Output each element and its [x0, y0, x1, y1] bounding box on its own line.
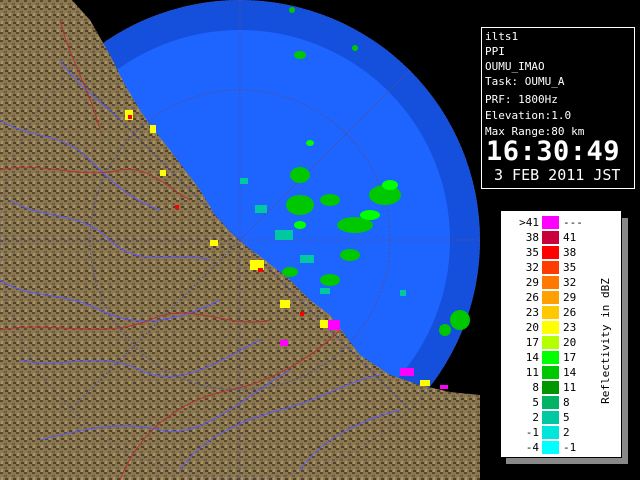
legend-row: 58 — [501, 396, 601, 409]
legend-upper-bound: 2 — [563, 426, 570, 439]
scan-date: 3 FEB 2011 JST — [494, 166, 621, 184]
legend-row: 25 — [501, 411, 601, 424]
legend-upper-bound: 20 — [563, 336, 577, 349]
site-name: OUMU_IMAO — [485, 60, 545, 73]
task-name: Task: OUMU_A — [485, 75, 565, 88]
legend-lower-bound: 23 — [525, 306, 539, 319]
legend-upper-bound: 26 — [563, 306, 577, 319]
legend-upper-bound: 41 — [563, 231, 577, 244]
legend-row: 38 41 — [501, 231, 601, 244]
legend-upper-bound: 5 — [563, 411, 570, 424]
scan-info-panel: ilts1 PPI OUMU_IMAO Task: OUMU_A PRF: 18… — [481, 27, 635, 189]
legend-lower-bound: 32 — [525, 261, 539, 274]
scan-type: PPI — [485, 45, 505, 58]
legend-upper-bound: 14 — [563, 366, 577, 379]
legend-swatch — [542, 426, 559, 439]
legend-row: 26 29 — [501, 291, 601, 304]
legend-row: 17 20 — [501, 336, 601, 349]
legend-row: 20 23 — [501, 321, 601, 334]
elevation-value: Elevation:1.0 — [485, 109, 572, 122]
station-name: ilts1 — [485, 30, 519, 43]
legend-upper-bound: 11 — [563, 381, 577, 394]
legend-swatch — [542, 396, 559, 409]
legend-swatch — [542, 381, 559, 394]
legend-lower-bound: 38 — [525, 231, 539, 244]
legend-swatch — [542, 291, 559, 304]
legend-upper-bound: --- — [563, 216, 583, 229]
legend-lower-bound: 5 — [532, 396, 539, 409]
legend-upper-bound: 23 — [563, 321, 577, 334]
legend-lower-bound: -4 — [525, 441, 539, 454]
legend-swatch — [542, 231, 559, 244]
legend-swatch — [542, 306, 559, 319]
legend-upper-bound: 8 — [563, 396, 570, 409]
legend-upper-bound: 35 — [563, 261, 577, 274]
legend-swatch — [542, 321, 559, 334]
legend-lower-bound: 2 — [532, 411, 539, 424]
legend-row: 14 17 — [501, 351, 601, 364]
legend-lower-bound: 14 — [525, 351, 539, 364]
legend-upper-bound: 29 — [563, 291, 577, 304]
legend-row: 29 32 — [501, 276, 601, 289]
legend-lower-bound: 26 — [525, 291, 539, 304]
legend-row: 23 26 — [501, 306, 601, 319]
legend-row: 11 14 — [501, 366, 601, 379]
legend-upper-bound: 32 — [563, 276, 577, 289]
legend-row: -1 2 — [501, 426, 601, 439]
legend-upper-bound: -1 — [563, 441, 577, 454]
legend-swatch — [542, 366, 559, 379]
legend-row: 8 11 — [501, 381, 601, 394]
legend-upper-bound: 17 — [563, 351, 577, 364]
legend-swatch — [542, 276, 559, 289]
legend-lower-bound: 11 — [525, 366, 539, 379]
legend-row: -4 -1 — [501, 441, 601, 454]
legend-lower-bound: >41 — [519, 216, 539, 229]
legend-swatch — [542, 246, 559, 259]
legend-lower-bound: 8 — [532, 381, 539, 394]
prf-value: PRF: 1800Hz — [485, 93, 558, 106]
legend-lower-bound: -1 — [525, 426, 539, 439]
legend-row: 32 35 — [501, 261, 601, 274]
legend-swatch — [542, 336, 559, 349]
legend-swatch — [542, 411, 559, 424]
legend-swatch — [542, 261, 559, 274]
legend-lower-bound: 20 — [525, 321, 539, 334]
legend-lower-bound: 17 — [525, 336, 539, 349]
legend-row: >41 --- — [501, 216, 601, 229]
legend-lower-bound: 35 — [525, 246, 539, 259]
legend-lower-bound: 29 — [525, 276, 539, 289]
legend-swatch — [542, 441, 559, 454]
legend-title: Reflectivity in dBZ — [599, 278, 612, 404]
legend-swatch — [542, 216, 559, 229]
reflectivity-legend: >41 --- 38 41 35 38 32 35 29 32 26 29 23 26 20 23 17 20 14… — [500, 210, 622, 458]
legend-upper-bound: 38 — [563, 246, 577, 259]
scan-time: 16:30:49 — [486, 136, 621, 167]
legend-swatch — [542, 351, 559, 364]
legend-row: 35 38 — [501, 246, 601, 259]
